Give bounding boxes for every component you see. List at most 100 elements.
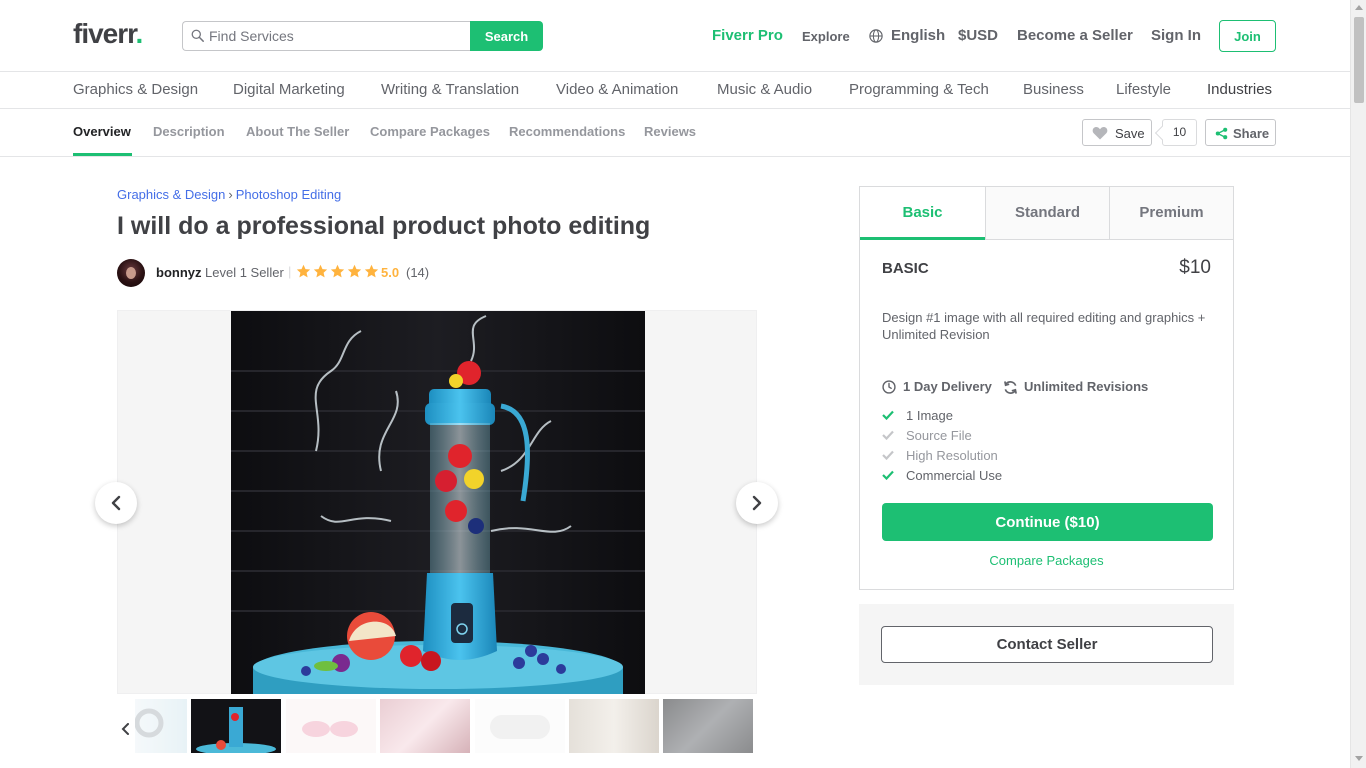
feature-label: Commercial Use bbox=[906, 468, 1003, 483]
category-bar: Graphics & Design Digital Marketing Writ… bbox=[0, 72, 1350, 109]
package-name: BASIC bbox=[882, 260, 929, 277]
category-writing-translation[interactable]: Writing & Translation bbox=[381, 81, 519, 98]
star-icon bbox=[364, 264, 379, 278]
gallery-prev-button[interactable] bbox=[95, 482, 137, 524]
breadcrumb-separator: › bbox=[228, 187, 233, 202]
package-tabs: Basic Standard Premium bbox=[860, 187, 1233, 240]
feature-label: Source File bbox=[906, 428, 972, 443]
gig-title: I will do a professional product photo e… bbox=[117, 212, 651, 240]
feature-item: Commercial Use bbox=[882, 468, 1082, 484]
tab-about-seller[interactable]: About The Seller bbox=[246, 124, 349, 139]
check-icon bbox=[882, 410, 894, 420]
search-button[interactable]: Search bbox=[470, 21, 543, 51]
revisions-label: Unlimited Revisions bbox=[1024, 379, 1149, 394]
join-button[interactable]: Join bbox=[1219, 20, 1276, 52]
revisions: Unlimited Revisions bbox=[1003, 379, 1153, 395]
contact-seller-box: Contact Seller bbox=[859, 604, 1234, 685]
become-seller-link[interactable]: Become a Seller bbox=[1017, 27, 1133, 44]
chevron-right-icon bbox=[752, 495, 762, 511]
package-tab-premium[interactable]: Premium bbox=[1109, 187, 1233, 240]
search-input[interactable] bbox=[209, 22, 467, 50]
search-box[interactable] bbox=[182, 21, 471, 51]
rating-divider: | bbox=[288, 264, 292, 279]
star-icon bbox=[296, 264, 311, 278]
star-icon bbox=[313, 264, 328, 278]
scroll-up-arrow[interactable] bbox=[1355, 5, 1363, 10]
share-button[interactable]: Share bbox=[1205, 119, 1276, 146]
category-music-audio[interactable]: Music & Audio bbox=[717, 81, 812, 98]
heart-icon bbox=[1092, 126, 1108, 140]
breadcrumb-category[interactable]: Graphics & Design bbox=[117, 187, 225, 202]
seller-level: Level 1 Seller bbox=[205, 265, 284, 280]
rating-score: 5.0 bbox=[381, 265, 400, 280]
thumbnail[interactable] bbox=[663, 699, 753, 753]
scroll-down-arrow[interactable] bbox=[1355, 756, 1363, 761]
thumbnails-prev-button[interactable] bbox=[117, 697, 135, 755]
tab-description[interactable]: Description bbox=[153, 124, 225, 139]
fiverr-logo[interactable]: fiverr. bbox=[73, 18, 144, 50]
top-header: fiverr. Search Fiverr Pro Explore Englis… bbox=[0, 0, 1350, 72]
explore-link[interactable]: Explore bbox=[802, 29, 850, 44]
refresh-icon bbox=[1004, 381, 1017, 394]
star-icon bbox=[347, 264, 362, 278]
breadcrumb: Graphics & Design › Photoshop Editing bbox=[117, 187, 341, 202]
category-programming-tech[interactable]: Programming & Tech bbox=[849, 81, 989, 98]
sign-in-link[interactable]: Sign In bbox=[1151, 27, 1201, 44]
package-panel: Basic Standard Premium BASIC $10 Design … bbox=[859, 186, 1234, 590]
logo-dot: . bbox=[135, 18, 144, 49]
scrollbar-thumb[interactable] bbox=[1354, 17, 1364, 103]
language-selector[interactable]: English bbox=[869, 27, 945, 44]
save-count: 10 bbox=[1162, 119, 1197, 146]
package-tab-standard[interactable]: Standard bbox=[985, 187, 1109, 240]
category-industries[interactable]: Industries bbox=[1207, 81, 1272, 98]
thumbnail[interactable] bbox=[135, 699, 187, 753]
tab-compare-packages[interactable]: Compare Packages bbox=[370, 124, 490, 139]
category-video-animation[interactable]: Video & Animation bbox=[556, 81, 678, 98]
save-button[interactable]: Save bbox=[1082, 119, 1152, 146]
currency-selector[interactable]: $USD bbox=[958, 27, 998, 44]
page-scrollbar[interactable] bbox=[1350, 0, 1366, 768]
category-digital-marketing[interactable]: Digital Marketing bbox=[233, 81, 345, 98]
category-business[interactable]: Business bbox=[1023, 81, 1084, 98]
fiverr-pro-link[interactable]: Fiverr Pro bbox=[712, 27, 783, 44]
language-label: English bbox=[891, 27, 946, 44]
gig-gallery bbox=[117, 310, 757, 694]
tab-overview[interactable]: Overview bbox=[73, 124, 131, 139]
thumbnail[interactable] bbox=[380, 699, 470, 753]
search-icon bbox=[191, 29, 204, 42]
tab-recommendations[interactable]: Recommendations bbox=[509, 124, 625, 139]
share-label: Share bbox=[1233, 126, 1270, 141]
thumbnail[interactable] bbox=[569, 699, 659, 753]
share-icon bbox=[1215, 127, 1228, 140]
compare-packages-link[interactable]: Compare Packages bbox=[860, 553, 1233, 568]
check-icon bbox=[882, 430, 894, 440]
thumbnail[interactable] bbox=[286, 699, 376, 753]
gallery-thumbnails bbox=[117, 697, 757, 755]
seller-name[interactable]: bonnyz bbox=[156, 265, 202, 280]
rating-count[interactable]: (14) bbox=[406, 265, 429, 280]
thumbnail-active[interactable] bbox=[191, 699, 281, 753]
breadcrumb-subcategory[interactable]: Photoshop Editing bbox=[236, 187, 342, 202]
active-tab-indicator bbox=[73, 153, 132, 156]
package-tab-basic[interactable]: Basic bbox=[860, 187, 985, 240]
seller-avatar[interactable] bbox=[117, 259, 145, 287]
category-graphics-design[interactable]: Graphics & Design bbox=[73, 81, 198, 98]
globe-icon bbox=[869, 29, 883, 43]
star-rating bbox=[296, 264, 381, 280]
chevron-left-icon bbox=[121, 723, 129, 735]
feature-label: High Resolution bbox=[906, 448, 998, 463]
gallery-main-image[interactable] bbox=[231, 311, 645, 694]
tab-reviews[interactable]: Reviews bbox=[644, 124, 696, 139]
contact-seller-button[interactable]: Contact Seller bbox=[881, 626, 1213, 663]
feature-item: High Resolution bbox=[882, 448, 1082, 464]
clock-icon bbox=[882, 380, 896, 394]
gig-subnav: Overview Description About The Seller Co… bbox=[0, 109, 1350, 157]
product-photo bbox=[231, 311, 645, 694]
gallery-next-button[interactable] bbox=[736, 482, 778, 524]
feature-item: Source File bbox=[882, 428, 1082, 444]
continue-button[interactable]: Continue ($10) bbox=[882, 503, 1213, 541]
chevron-left-icon bbox=[111, 495, 121, 511]
save-label: Save bbox=[1115, 126, 1145, 141]
thumbnail[interactable] bbox=[475, 699, 565, 753]
category-lifestyle[interactable]: Lifestyle bbox=[1116, 81, 1171, 98]
